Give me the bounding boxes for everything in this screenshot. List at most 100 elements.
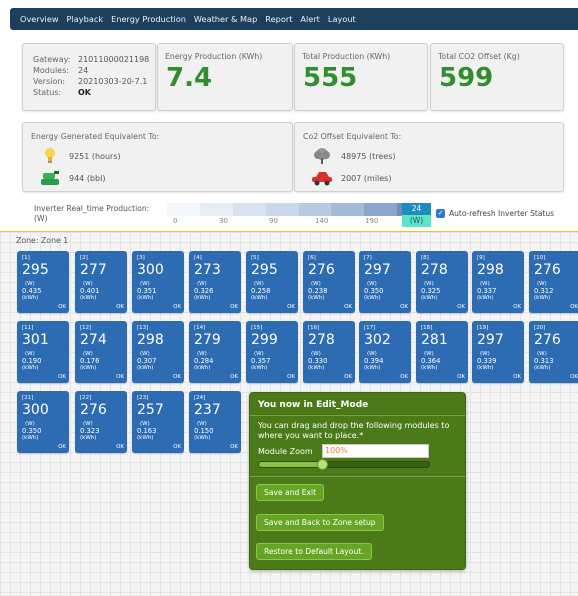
energy-production-label: Energy Production (KWh) — [165, 52, 263, 61]
nav-overview[interactable]: Overview — [20, 14, 59, 24]
solar-module-tile[interactable]: [2] 277 (W) 0.401 (kWh) OK — [75, 251, 127, 313]
gateway-info-panel: Gateway: 21011000021198 Modules: 24 Versio… — [22, 43, 156, 111]
solar-module-tile[interactable]: [17] 302 (W) 0.394 (kWh) OK — [359, 321, 411, 383]
module-kwh: 0.284 — [194, 357, 214, 365]
solar-module-tile[interactable]: [14] 279 (W) 0.284 (kWh) OK — [189, 321, 241, 383]
module-kwh: 0.350 — [364, 287, 384, 295]
solar-module-tile[interactable]: [11] 301 (W) 0.190 (kWh) OK — [17, 321, 69, 383]
module-id: [8] — [421, 255, 429, 261]
solar-module-tile[interactable]: [9] 298 (W) 0.337 (kWh) OK — [472, 251, 524, 313]
module-status: OK — [570, 374, 578, 380]
slider-handle[interactable] — [316, 459, 328, 470]
module-kwh-unit: (kWh) — [364, 365, 381, 371]
solar-module-tile[interactable]: [4] 273 (W) 0.326 (kWh) OK — [189, 251, 241, 313]
module-watts: 299 — [251, 332, 278, 348]
energy-production-panel: Energy Production (KWh) 7.4 — [157, 43, 293, 111]
edit-mode-panel: You now in Edit_Mode You can drag and dr… — [249, 392, 466, 570]
solar-module-tile[interactable]: [6] 276 (W) 0.238 (kWh) OK — [303, 251, 355, 313]
divider — [250, 415, 465, 416]
module-id: [18] — [421, 325, 433, 331]
nav-weather-map[interactable]: Weather & Map — [194, 14, 257, 24]
module-id: [21] — [22, 395, 34, 401]
legend-tick: 30 — [219, 217, 228, 225]
bbl-row: 944 (bbl) — [39, 169, 105, 187]
solar-module-tile[interactable]: [21] 300 (W) 0.350 (kWh) OK — [17, 391, 69, 453]
restore-default-layout-button[interactable]: Restore to Default Layout. — [256, 543, 372, 560]
solar-module-tile[interactable]: [5] 295 (W) 0.258 (kWh) OK — [246, 251, 298, 313]
autorefresh-label: Auto-refresh Inverter Status — [449, 209, 555, 218]
legend-gradient-segment — [232, 203, 266, 216]
module-kwh-unit: (kWh) — [364, 295, 381, 301]
solar-module-tile[interactable]: [12] 274 (W) 0.176 (kWh) OK — [75, 321, 127, 383]
solar-module-tile[interactable]: [1] 295 (W) 0.435 (kWh) OK — [17, 251, 69, 313]
module-watts: 295 — [251, 262, 278, 278]
production-gradient-bar — [167, 203, 430, 216]
solar-module-tile[interactable]: [13] 298 (W) 0.307 (kWh) OK — [132, 321, 184, 383]
version-key: Version: — [33, 77, 66, 86]
save-and-exit-button[interactable]: Save and Exit — [256, 484, 325, 501]
module-status: OK — [230, 374, 238, 380]
nav-energy-production[interactable]: Energy Production — [111, 14, 186, 24]
solar-module-tile[interactable]: [22] 276 (W) 0.323 (kWh) OK — [75, 391, 127, 453]
module-kwh-unit: (kWh) — [308, 365, 325, 371]
module-kwh-unit: (kWh) — [477, 365, 494, 371]
co2-offset-label: Total CO2 Offset (Kg) — [438, 52, 520, 61]
solar-module-tile[interactable]: [23] 257 (W) 0.163 (kWh) OK — [132, 391, 184, 453]
autorefresh-toggle[interactable]: ✓ Auto-refresh Inverter Status — [436, 209, 554, 218]
gateway-row: Gateway: 21011000021198 — [33, 54, 155, 65]
module-kwh: 0.325 — [421, 287, 441, 295]
zone-label: Zone: Zone 1 — [16, 236, 69, 245]
divider — [250, 476, 465, 477]
nav-playback[interactable]: Playback — [67, 14, 104, 24]
module-status: OK — [230, 304, 238, 310]
legend-tick: 140 — [315, 217, 329, 225]
module-id: [11] — [22, 325, 34, 331]
module-zoom-input[interactable]: 100% — [322, 444, 429, 458]
module-kwh: 0.312 — [534, 287, 554, 295]
nav-layout[interactable]: Layout — [328, 14, 356, 24]
module-kwh-unit: (kWh) — [194, 365, 211, 371]
solar-module-tile[interactable]: [3] 300 (W) 0.351 (kWh) OK — [132, 251, 184, 313]
module-id: [14] — [194, 325, 206, 331]
solar-module-tile[interactable]: [8] 278 (W) 0.325 (kWh) OK — [416, 251, 468, 313]
legend-tick: 0 — [173, 217, 178, 225]
module-kwh-unit: (kWh) — [421, 295, 438, 301]
module-id: [13] — [137, 325, 149, 331]
module-watts: 278 — [308, 332, 335, 348]
module-id: [9] — [477, 255, 485, 261]
checkbox-icon[interactable]: ✓ — [436, 209, 445, 218]
module-kwh-unit: (kWh) — [308, 295, 325, 301]
module-kwh-unit: (kWh) — [137, 295, 154, 301]
status-value: OK — [78, 88, 91, 97]
module-id: [12] — [80, 325, 92, 331]
module-status: OK — [344, 304, 352, 310]
legend-gradient-segment — [364, 203, 398, 216]
module-kwh: 0.176 — [80, 357, 100, 365]
edit-mode-title: You now in Edit_Mode — [258, 400, 369, 410]
legend-tick: 90 — [269, 217, 278, 225]
solar-module-tile[interactable]: [15] 299 (W) 0.357 (kWh) OK — [246, 321, 298, 383]
solar-module-tile[interactable]: [10] 276 (W) 0.312 (kWh) OK — [529, 251, 578, 313]
solar-module-tile[interactable]: [18] 281 (W) 0.364 (kWh) OK — [416, 321, 468, 383]
nav-alert[interactable]: Alert — [300, 14, 320, 24]
solar-module-tile[interactable]: [19] 297 (W) 0.339 (kWh) OK — [472, 321, 524, 383]
nav-report[interactable]: Report — [265, 14, 292, 24]
module-watts: 301 — [22, 332, 49, 348]
solar-module-tile[interactable]: [16] 278 (W) 0.330 (kWh) OK — [303, 321, 355, 383]
solar-module-tile[interactable]: [20] 276 (W) 0.313 (kWh) OK — [529, 321, 578, 383]
module-zoom-label: Module Zoom — [258, 447, 313, 456]
save-and-back-to-zone-setup-button[interactable]: Save and Back to Zone setup — [256, 514, 384, 531]
module-kwh: 0.258 — [251, 287, 271, 295]
modules-value: 24 — [78, 66, 89, 75]
module-watts: 277 — [80, 262, 107, 278]
module-kwh-unit: (kWh) — [137, 435, 154, 441]
legend-gradient-segment — [331, 203, 365, 216]
module-zoom-slider[interactable] — [258, 459, 430, 470]
solar-module-tile[interactable]: [24] 237 (W) 0.150 (kWh) OK — [189, 391, 241, 453]
module-kwh: 0.350 — [22, 427, 42, 435]
energy-production-value: 7.4 — [166, 63, 213, 93]
module-kwh: 0.323 — [80, 427, 100, 435]
solar-module-tile[interactable]: [7] 297 (W) 0.350 (kWh) OK — [359, 251, 411, 313]
realtime-legend-label: Inverter Real_time Production: (W) — [34, 204, 149, 224]
module-kwh-unit: (kWh) — [477, 295, 494, 301]
